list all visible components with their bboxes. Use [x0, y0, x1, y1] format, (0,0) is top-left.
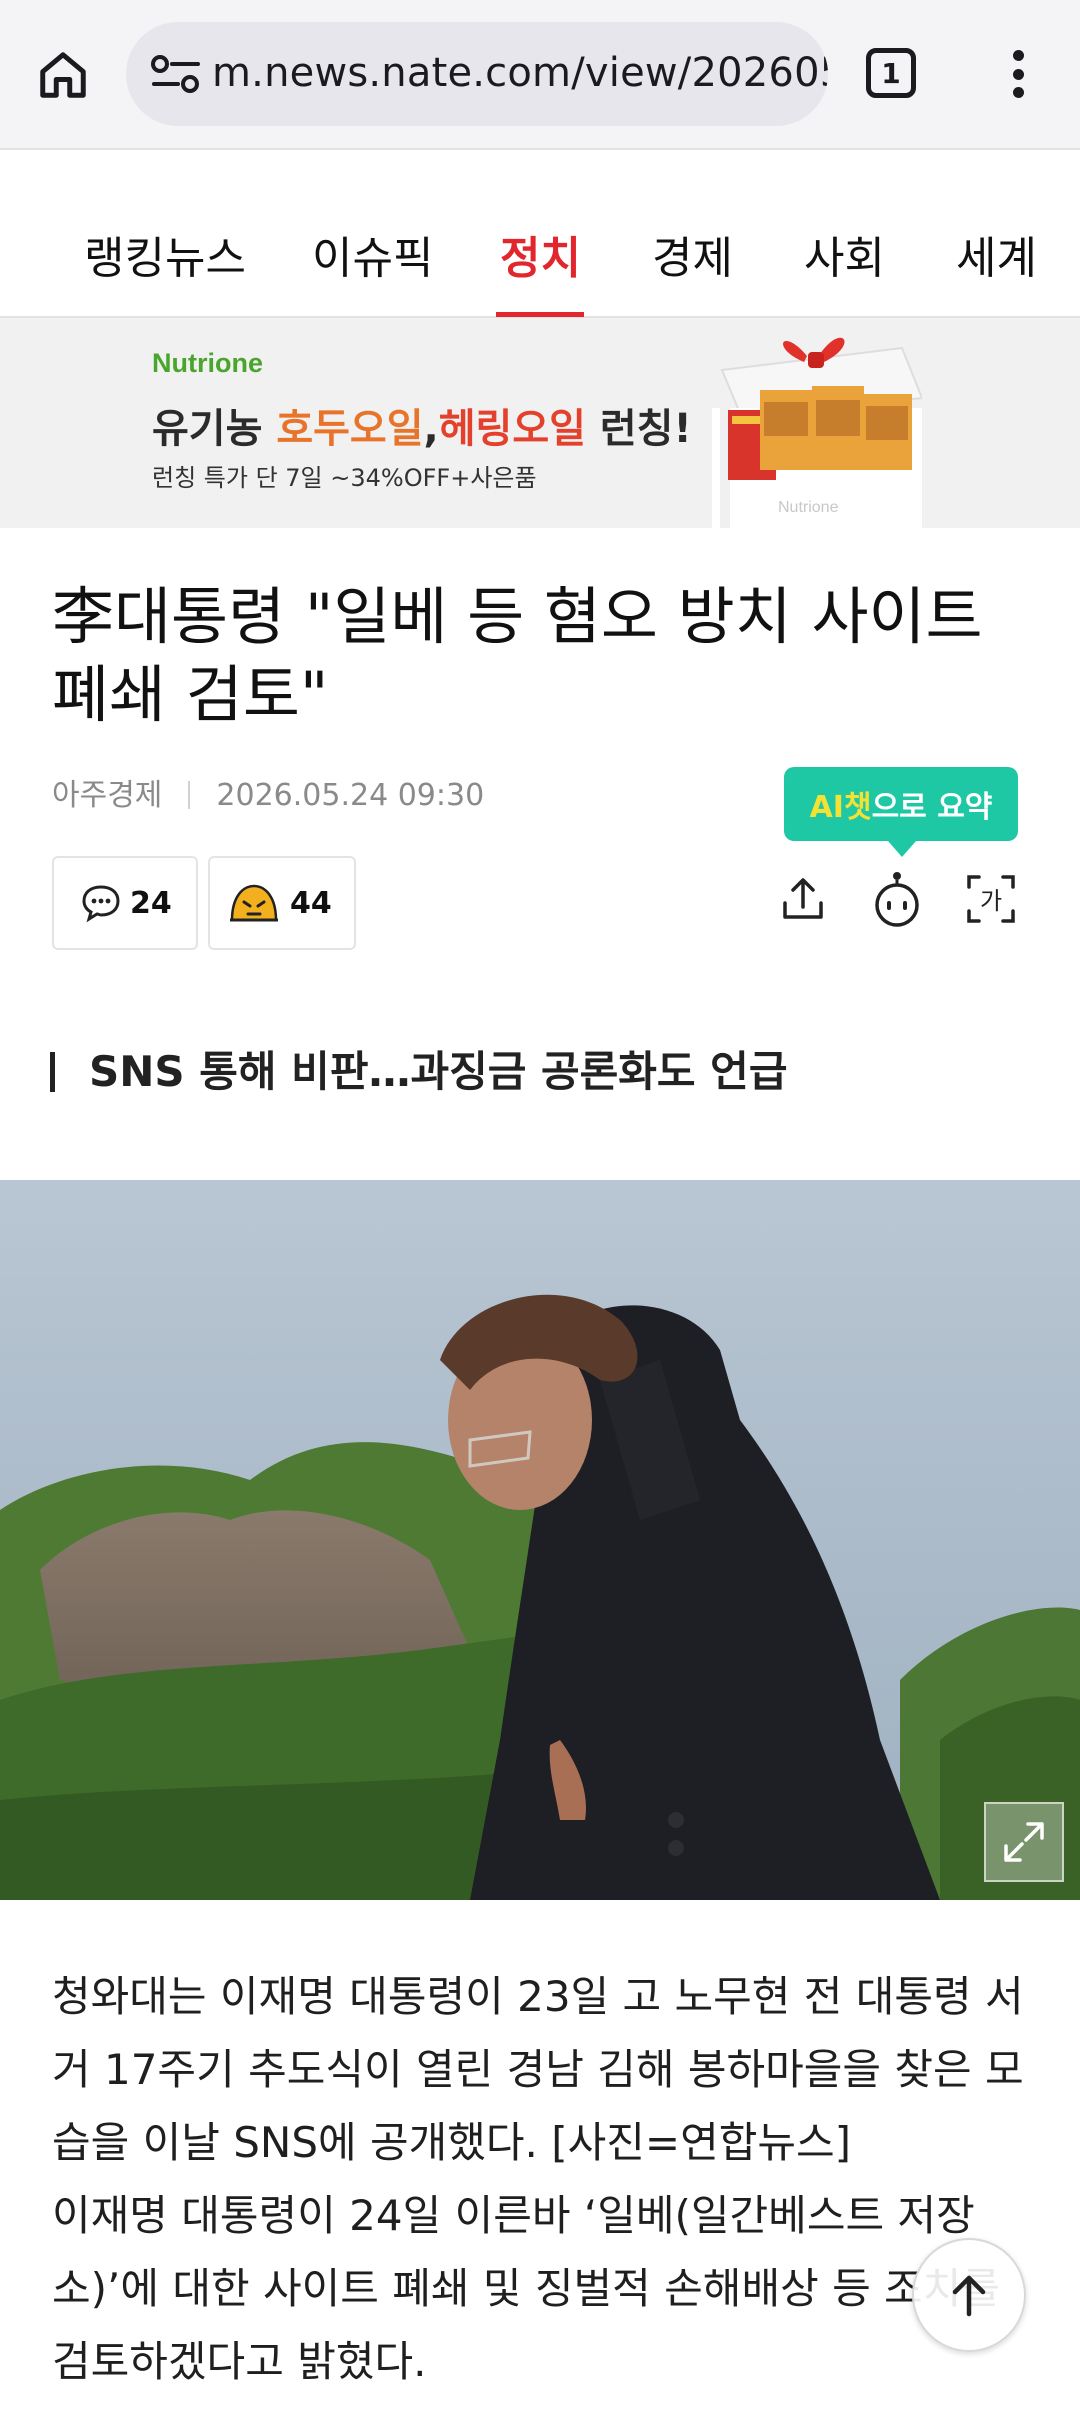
- site-settings-icon[interactable]: [148, 52, 204, 96]
- reaction-button[interactable]: 44: [208, 856, 356, 950]
- comment-button[interactable]: 24: [52, 856, 198, 950]
- subheadline-bar: [50, 1052, 55, 1092]
- article-meta: 아주경제 2026.05.24 09:30: [52, 770, 484, 814]
- tab-economy[interactable]: 경제: [652, 222, 733, 286]
- share-icon[interactable]: [768, 864, 838, 934]
- ad-headline: 유기농 호두오일,헤링오일 런칭!: [152, 406, 692, 452]
- article-source[interactable]: 아주경제: [52, 778, 162, 813]
- svg-text:가: 가: [980, 887, 1002, 915]
- comment-icon: [82, 885, 120, 923]
- more-menu-icon[interactable]: [1000, 44, 1036, 104]
- scroll-to-top-button[interactable]: [912, 2238, 1026, 2352]
- tab-politics[interactable]: 정치: [500, 222, 581, 286]
- font-size-icon[interactable]: 가: [956, 864, 1026, 934]
- svg-text:Nutrione: Nutrione: [778, 499, 839, 516]
- tab-society[interactable]: 사회: [804, 222, 885, 286]
- meta-divider: [188, 781, 191, 809]
- ad-banner[interactable]: Nutrione 유기농 호두오일,헤링오일 런칭! 런칭 특가 단 7일 ~3…: [0, 318, 1080, 528]
- expand-photo-icon[interactable]: [984, 1802, 1064, 1882]
- tab-ranking-news[interactable]: 랭킹뉴스: [84, 222, 246, 286]
- address-bar[interactable]: m.news.nate.com/view/2026052: [126, 22, 828, 126]
- gift-box-image: Nutrione: [712, 337, 922, 528]
- article-datetime: 2026.05.24 09:30: [216, 778, 485, 813]
- arrow-up-icon: [952, 2275, 986, 2317]
- ad-brand-logo: Nutrione: [152, 348, 263, 378]
- active-tab-indicator: [496, 312, 584, 317]
- tab-switcher-button[interactable]: 1: [866, 48, 916, 98]
- article-photo[interactable]: [0, 1180, 1080, 1900]
- reaction-count: 44: [290, 885, 332, 921]
- tab-world[interactable]: 세계: [956, 222, 1037, 286]
- url-text: m.news.nate.com/view/2026052: [212, 50, 828, 96]
- home-icon[interactable]: [28, 40, 98, 110]
- tab-issue-pick[interactable]: 이슈픽: [312, 222, 433, 286]
- browser-toolbar: m.news.nate.com/view/2026052 1: [0, 0, 1080, 150]
- article-title: 李대통령 "일베 등 혐오 방치 사이트 폐쇄 검토": [52, 580, 983, 731]
- ai-chat-bot-icon[interactable]: [862, 864, 932, 934]
- ai-summary-tooltip[interactable]: AI챗 으로 요약: [784, 767, 1018, 857]
- photo-caption: 청와대는 이재명 대통령이 23일 고 노무현 전 대통령 서거 17주기 추도…: [52, 1972, 1024, 2167]
- comment-count: 24: [130, 885, 172, 921]
- article-body: 청와대는 이재명 대통령이 23일 고 노무현 전 대통령 서거 17주기 추도…: [52, 1960, 1042, 2398]
- article-paragraph: 이재명 대통령이 24일 이른바 ‘일베(일간베스트 저장소)’에 대한 사이트…: [52, 2191, 1000, 2386]
- angry-reaction-icon: [230, 884, 278, 922]
- category-nav: 랭킹뉴스 이슈픽 정치 경제 사회 세계: [0, 152, 1080, 318]
- article-subheadline: SNS 통해 비판…과징금 공론화도 언급: [50, 1038, 787, 1099]
- ad-subtext: 런칭 특가 단 7일 ~34%OFF+사은품: [152, 464, 537, 492]
